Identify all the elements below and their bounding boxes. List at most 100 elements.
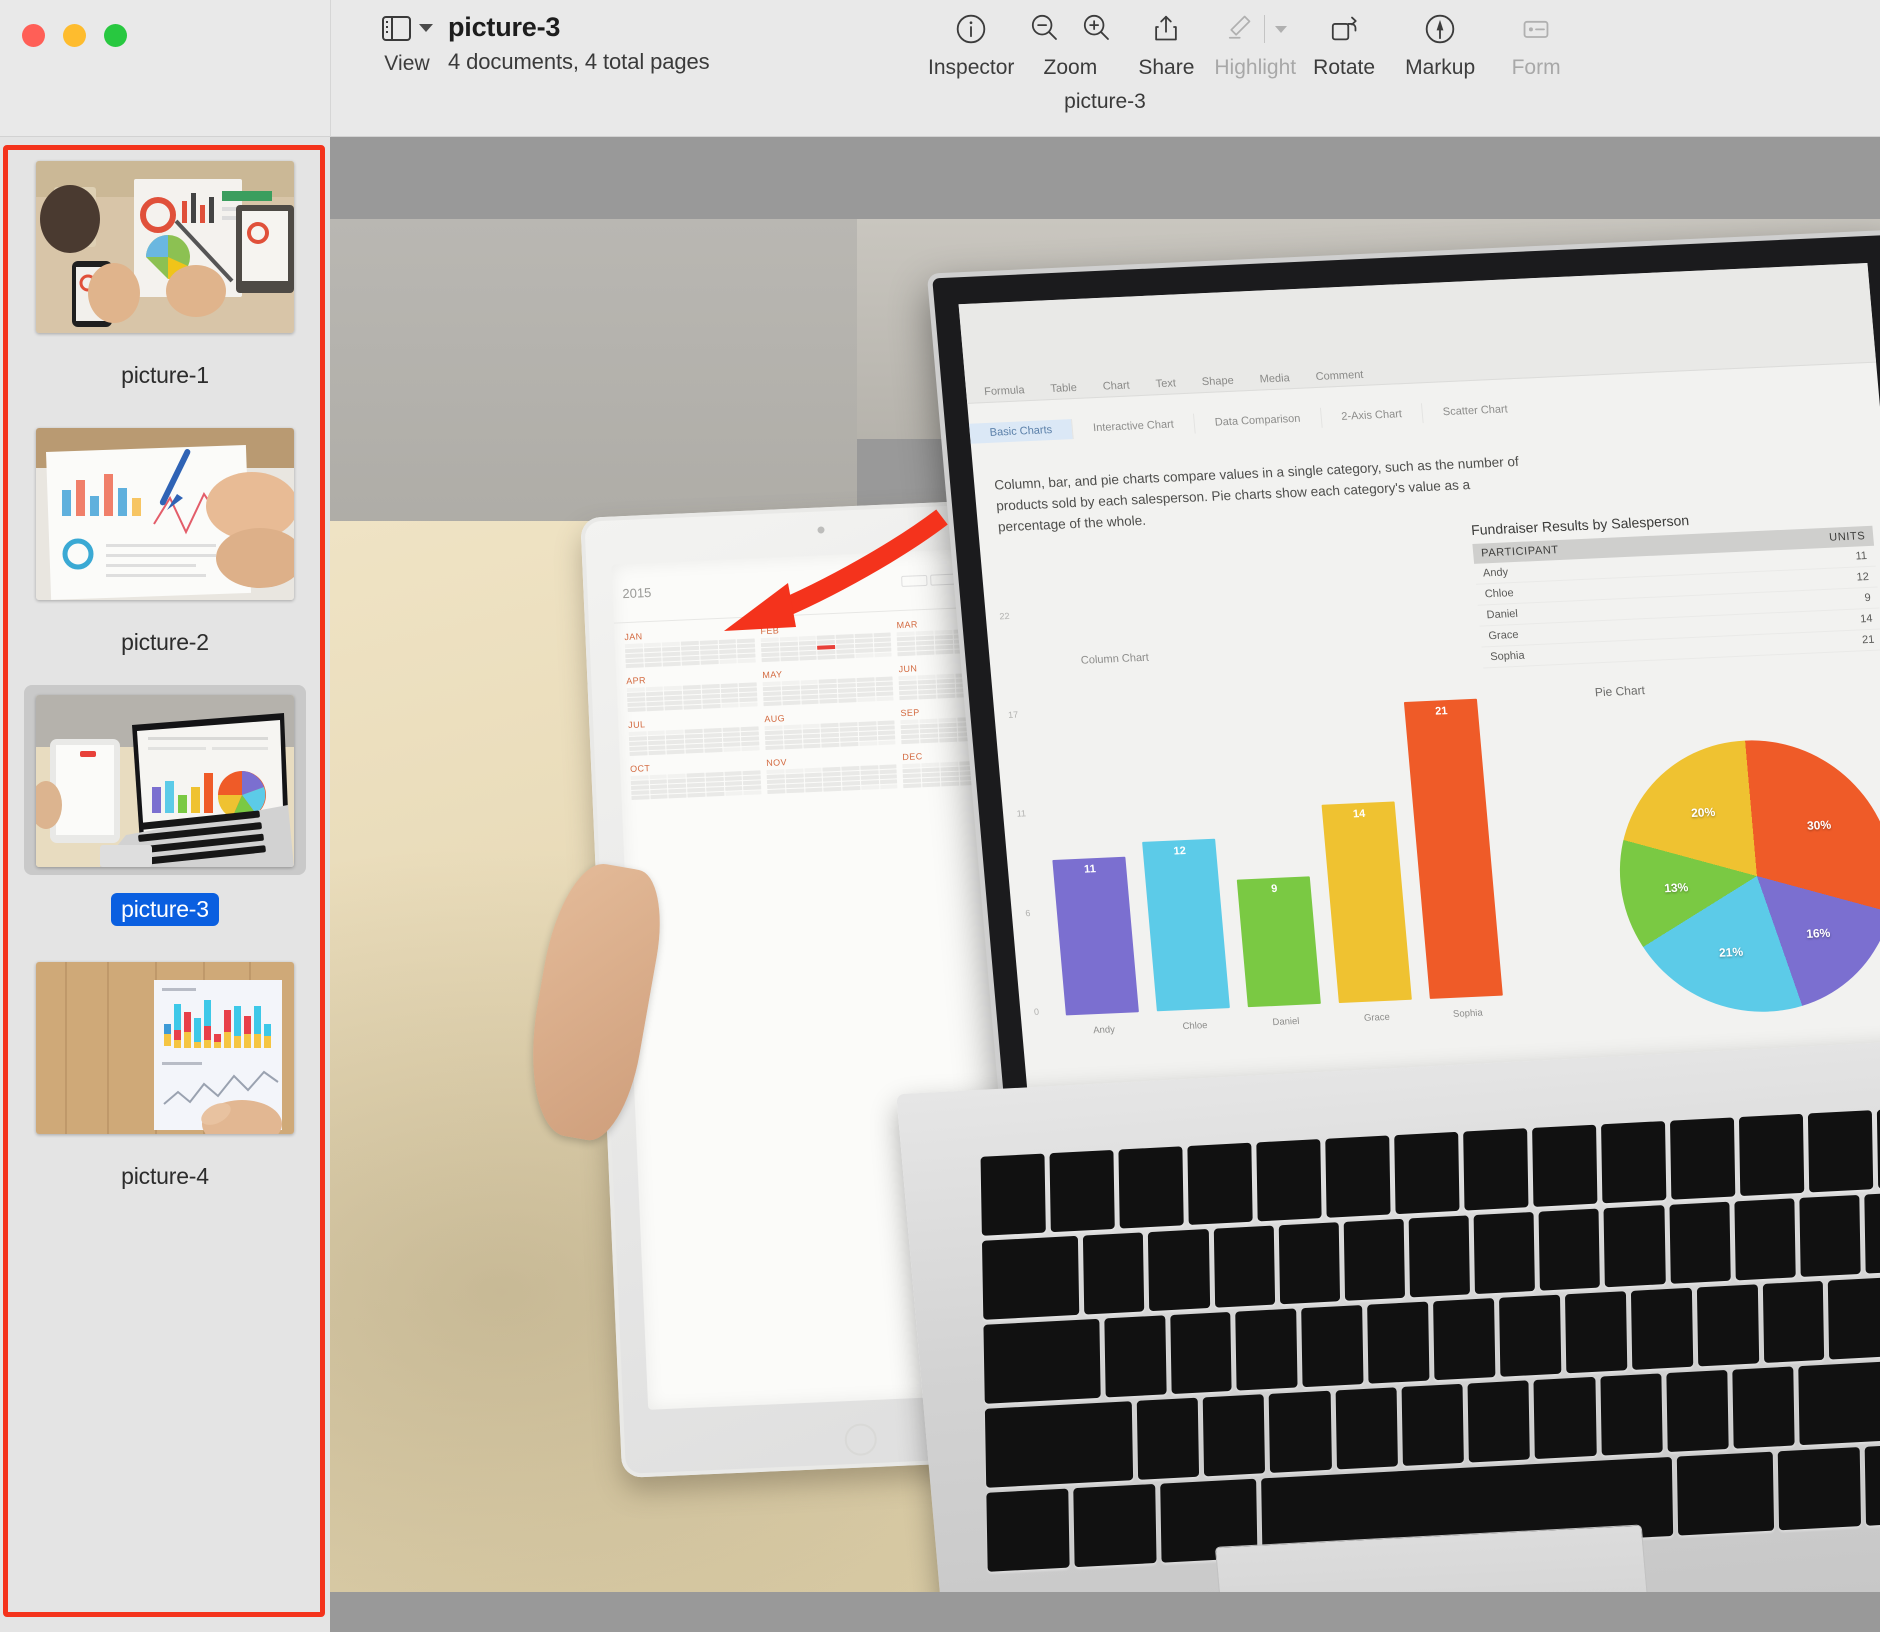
thumbnail-label: picture-1: [121, 362, 209, 388]
share-button[interactable]: Share: [1118, 6, 1214, 80]
pie-slice-label: 13%: [1663, 879, 1689, 895]
keyboard-key: [1213, 1225, 1276, 1308]
inspector-button[interactable]: Inspector: [920, 6, 1022, 80]
maximize-button[interactable]: [104, 24, 127, 47]
bar-chart-bar: 21 Sophia: [1403, 698, 1503, 1020]
keyboard-key: [1148, 1228, 1210, 1311]
bar-chart-y-axis: 22 17 11 6 0: [998, 610, 1044, 1017]
keyboard-key: [1269, 1390, 1332, 1473]
numbers-tab[interactable]: 2-Axis Chart: [1318, 402, 1423, 428]
highlight-button[interactable]: Highlight: [1214, 6, 1296, 80]
thumbnail-picture-4[interactable]: [36, 962, 294, 1134]
markup-button[interactable]: Markup: [1392, 6, 1488, 80]
thumb2-art: [36, 428, 294, 600]
keyboard-key: [1499, 1294, 1562, 1377]
thumbnail-picture-2[interactable]: [36, 428, 294, 600]
zoom-in-icon[interactable]: [1080, 11, 1112, 48]
rotate-button[interactable]: Rotate: [1296, 6, 1392, 80]
list-item[interactable]: picture-4: [0, 952, 330, 1219]
share-icon: [1150, 6, 1182, 52]
minimize-button[interactable]: [63, 24, 86, 47]
numbers-toolbar-item[interactable]: Table: [1050, 382, 1077, 395]
zoom-icons: [1028, 6, 1112, 52]
numbers-toolbar-item[interactable]: Chart: [1102, 380, 1130, 393]
calendar-days: [630, 770, 762, 801]
numbers-tab[interactable]: Basic Charts: [968, 418, 1073, 444]
thumbnail-picture-1[interactable]: [36, 161, 294, 333]
thumbnail-shell[interactable]: [24, 952, 306, 1142]
laptop-base: [896, 1038, 1880, 1592]
y-axis-tick: 17: [1007, 709, 1019, 720]
numbers-toolbar-item[interactable]: Shape: [1201, 375, 1234, 388]
numbers-tab[interactable]: Interactive Chart: [1070, 413, 1195, 439]
numbers-tab[interactable]: Data Comparison: [1192, 407, 1321, 434]
thumbnail-shell[interactable]: [24, 418, 306, 608]
keyboard-key: [1394, 1131, 1460, 1214]
keyboard-key: [1136, 1397, 1200, 1480]
laptop-keyboard: [980, 1106, 1880, 1572]
bar-category-label: Sophia: [1452, 1007, 1483, 1020]
toolbar-separator: [1263, 15, 1265, 43]
page-label: picture-3: [1064, 90, 1146, 113]
thumb4-art: [36, 962, 294, 1134]
main-photo[interactable]: 2015 JAN FEB MAR APR MAY JUN JUL AUG SEP OCT NOV DE…: [330, 219, 1880, 1592]
keyboard-key: [1677, 1451, 1775, 1536]
calendar-days: [764, 720, 897, 751]
keyboard-key: [1864, 1442, 1880, 1526]
list-item[interactable]: picture-2: [0, 418, 330, 685]
keyboard-key: [1256, 1138, 1322, 1222]
keyboard-key: [1104, 1315, 1167, 1398]
numbers-toolbar-item[interactable]: Media: [1259, 372, 1290, 385]
keyboard-key: [1762, 1280, 1825, 1363]
rotate-label: Rotate: [1313, 56, 1376, 79]
bar-value-label: 12: [1172, 844, 1186, 858]
highlighter-icon[interactable]: [1224, 11, 1254, 48]
keyboard-key: [1278, 1221, 1341, 1305]
keyboard-key: [1604, 1204, 1666, 1287]
numbers-toolbar-item[interactable]: Formula: [983, 384, 1024, 398]
pie-chart-title: Pie Chart: [1593, 683, 1646, 700]
keyboard-key: [1777, 1446, 1862, 1531]
chevron-down-icon[interactable]: [418, 24, 433, 32]
form-button[interactable]: Form: [1488, 6, 1584, 80]
numbers-tab[interactable]: Scatter Chart: [1420, 397, 1529, 423]
table-cell: 9: [1863, 591, 1871, 604]
zoom-button[interactable]: Zoom: [1022, 6, 1118, 80]
close-button[interactable]: [22, 24, 45, 47]
keyboard-key: [1301, 1304, 1365, 1387]
list-item[interactable]: picture-3: [0, 685, 330, 952]
share-label: Share: [1138, 56, 1195, 79]
traffic-lights: [22, 24, 127, 47]
inspector-label: Inspector: [928, 56, 1015, 79]
bar-value-label: 9: [1270, 882, 1278, 896]
thumbnail-shell[interactable]: [24, 151, 306, 341]
zoom-out-icon[interactable]: [1028, 11, 1060, 48]
y-axis-tick: 11: [1015, 808, 1027, 819]
chevron-down-icon[interactable]: [1274, 25, 1287, 33]
table-cell: Grace: [1487, 628, 1519, 642]
keyboard-key: [1235, 1308, 1299, 1391]
numbers-toolbar-item[interactable]: Text: [1155, 378, 1176, 391]
keyboard-key: [1565, 1290, 1628, 1374]
calendar-year: 2015: [622, 584, 652, 602]
table-cell: Chloe: [1483, 586, 1514, 600]
pie-slice-label: 20%: [1690, 804, 1716, 820]
image-canvas[interactable]: 2015 JAN FEB MAR APR MAY JUN JUL AUG SEP OCT NOV DE…: [330, 137, 1880, 1632]
thumbnail-sidebar[interactable]: picture-1 picture-2 picture-3 picture-4: [0, 137, 330, 1632]
numbers-toolbar-item[interactable]: Comment: [1315, 369, 1364, 383]
keyboard-key: [1696, 1283, 1760, 1367]
keyboard-key: [1669, 1201, 1731, 1284]
body-area: picture-1 picture-2 picture-3 picture-4 …: [0, 137, 1880, 1632]
view-icon-row[interactable]: [381, 8, 433, 48]
thumbnail-shell[interactable]: [24, 685, 306, 875]
keyboard-key: [1325, 1135, 1391, 1218]
thumbnail-picture-3[interactable]: [36, 695, 294, 867]
thumbnail-label: picture-2: [121, 629, 209, 655]
table-cell: Andy: [1481, 565, 1509, 579]
keyboard-key: [1601, 1120, 1667, 1204]
list-item[interactable]: picture-1: [0, 151, 330, 418]
thumb1-art: [36, 161, 294, 333]
y-axis-tick: 0: [1033, 1006, 1040, 1017]
view-button[interactable]: View: [364, 8, 450, 76]
keyboard-key: [1083, 1232, 1145, 1315]
